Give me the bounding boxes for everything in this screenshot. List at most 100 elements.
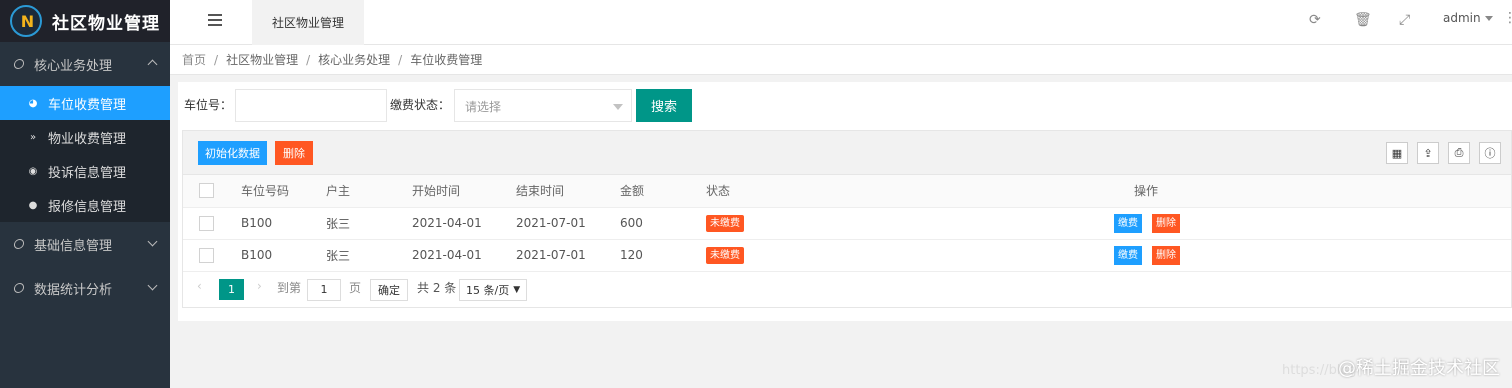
status-badge: 未缴费 xyxy=(706,246,744,264)
column-header: 操作 xyxy=(1006,175,1511,208)
status-label: 缴费状态： xyxy=(390,98,451,112)
table-card: 初始化数据 删除 ▦ ⇪ ⎙ ⓘ 车位号码 户主 开始时间 结束时间 金额 状态… xyxy=(182,130,1512,308)
cell-actions: 缴费 删除 xyxy=(1006,207,1511,240)
row-select-cell xyxy=(183,207,241,240)
logo-area[interactable]: N 社区物业管理 xyxy=(0,0,170,42)
sidebar-item-parking-fee[interactable]: ◕ 车位收费管理 xyxy=(0,86,170,120)
username: admin xyxy=(1443,11,1481,25)
cell-owner: 张三 xyxy=(326,207,412,240)
select-all-cell xyxy=(183,175,241,208)
print-icon[interactable]: ⎙ xyxy=(1448,142,1470,164)
breadcrumb-item[interactable]: 社区物业管理 xyxy=(226,51,298,68)
more-icon[interactable]: ⋮ xyxy=(1503,10,1512,26)
table-row: B100 张三 2021-04-01 2021-07-01 600 未缴费 缴费… xyxy=(183,207,1511,240)
column-header[interactable]: 开始时间 xyxy=(412,175,516,208)
cell-start: 2021-04-01 xyxy=(412,207,516,240)
nav-group-core[interactable]: 核心业务处理 xyxy=(0,42,170,86)
target-icon: ◉ xyxy=(28,165,38,177)
cell-owner: 张三 xyxy=(326,239,412,272)
column-header[interactable]: 户主 xyxy=(326,175,412,208)
sidebar-item-repairs[interactable]: ● 报修信息管理 xyxy=(0,188,170,222)
caret-down-icon xyxy=(1484,16,1493,21)
top-header: 社区物业管理 ⟳ 🗑 ⤢ admin ⋮ xyxy=(170,0,1512,45)
breadcrumb-current: 车位收费管理 xyxy=(410,53,483,67)
info-icon[interactable]: ⓘ xyxy=(1479,142,1501,164)
goto-label: 到第 xyxy=(277,280,302,295)
goto-confirm-button[interactable]: 确定 xyxy=(370,278,408,301)
total-count: 共 2 条 xyxy=(417,280,457,295)
next-page-icon[interactable]: › xyxy=(257,279,262,293)
sidebar-item-label: 投诉信息管理 xyxy=(48,165,127,181)
chevron-double-down-icon: » xyxy=(29,131,37,143)
row-delete-button[interactable]: 删除 xyxy=(1152,245,1180,265)
delete-button[interactable]: 删除 xyxy=(275,141,313,165)
logo-icon: N xyxy=(10,5,42,37)
sidebar: N 社区物业管理 核心业务处理 ◕ 车位收费管理 » 物业收费管理 ◉ 投诉信息… xyxy=(0,0,170,388)
subnav-core: ◕ 车位收费管理 » 物业收费管理 ◉ 投诉信息管理 ● 报修信息管理 xyxy=(0,86,170,222)
cell-status: 未缴费 xyxy=(706,207,1006,240)
breadcrumb-item[interactable]: 核心业务处理 xyxy=(318,51,390,68)
sidebar-item-label: 物业收费管理 xyxy=(48,131,127,147)
nav-group-label: 基础信息管理 xyxy=(34,238,113,254)
breadcrumb-separator: / xyxy=(306,52,311,67)
leaf-icon xyxy=(13,59,25,69)
cell-plate: B100 xyxy=(241,239,326,272)
gauge-icon: ◕ xyxy=(28,97,38,109)
column-header[interactable]: 状态 xyxy=(706,175,1006,208)
leaf-icon xyxy=(13,239,25,249)
select-all-checkbox[interactable] xyxy=(199,183,214,199)
row-checkbox[interactable] xyxy=(199,247,214,263)
sidebar-item-property-fee[interactable]: » 物业收费管理 xyxy=(0,120,170,154)
page-current[interactable]: 1 xyxy=(219,278,244,300)
sidebar-item-complaints[interactable]: ◉ 投诉信息管理 xyxy=(0,154,170,188)
nav-group-statistics[interactable]: 数据统计分析 xyxy=(0,266,170,310)
cell-plate: B100 xyxy=(241,207,326,240)
goto-page-input[interactable]: 1 xyxy=(307,278,341,301)
trash-icon[interactable]: 🗑 xyxy=(1354,12,1372,28)
cell-amount: 120 xyxy=(620,239,706,272)
nav-group-label: 核心业务处理 xyxy=(34,58,113,74)
nav-group-basic-info[interactable]: 基础信息管理 xyxy=(0,222,170,266)
export-icon[interactable]: ⇪ xyxy=(1417,142,1439,164)
status-placeholder: 请选择 xyxy=(465,100,502,114)
fullscreen-icon[interactable]: ⤢ xyxy=(1399,12,1410,28)
pay-button[interactable]: 缴费 xyxy=(1114,245,1142,265)
column-header[interactable]: 车位号码 xyxy=(241,175,326,208)
table-row: B100 张三 2021-04-01 2021-07-01 120 未缴费 缴费… xyxy=(183,239,1511,272)
caret-down-icon xyxy=(613,104,623,110)
tab-community[interactable]: 社区物业管理 xyxy=(252,0,364,45)
plate-label: 车位号： xyxy=(184,98,233,112)
row-checkbox[interactable] xyxy=(199,215,214,231)
refresh-icon[interactable]: ⟳ xyxy=(1309,12,1321,28)
breadcrumb-home[interactable]: 首页 xyxy=(182,51,206,68)
menu-toggle-icon[interactable] xyxy=(208,14,222,26)
user-menu[interactable]: admin xyxy=(1443,11,1493,25)
row-delete-button[interactable]: 删除 xyxy=(1152,213,1180,233)
status-select[interactable]: 请选择 xyxy=(454,89,632,122)
page-size-select[interactable]: 15 条/页 ▼ xyxy=(459,278,527,301)
cell-amount: 600 xyxy=(620,207,706,240)
page-size-value: 15 条/页 xyxy=(466,283,510,297)
column-header[interactable]: 金额 xyxy=(620,175,706,208)
chevron-down-icon: ▼ xyxy=(513,284,521,295)
cell-end: 2021-07-01 xyxy=(516,239,620,272)
pay-button[interactable]: 缴费 xyxy=(1114,213,1142,233)
sidebar-item-label: 车位收费管理 xyxy=(48,97,127,113)
app-title: 社区物业管理 xyxy=(52,13,160,34)
plate-input[interactable] xyxy=(235,89,387,122)
chevron-down-icon xyxy=(147,280,158,291)
search-form: 车位号： 缴费状态： 请选择 搜索 xyxy=(178,82,1512,128)
table-toolbar: 初始化数据 删除 ▦ ⇪ ⎙ ⓘ xyxy=(183,131,1511,175)
data-table: 车位号码 户主 开始时间 结束时间 金额 状态 操作 B100 张三 2021-… xyxy=(183,175,1511,272)
prev-page-icon[interactable]: ‹ xyxy=(197,279,202,293)
column-header[interactable]: 结束时间 xyxy=(516,175,620,208)
pagination: ‹ 1 › 到第 1 页 确定 共 2 条 15 条/页 ▼ xyxy=(183,272,1511,304)
breadcrumb: 首页 / 社区物业管理 / 核心业务处理 / 车位收费管理 xyxy=(170,45,1512,75)
search-button[interactable]: 搜索 xyxy=(636,89,692,122)
chevron-down-icon xyxy=(147,236,158,247)
main-panel: 车位号： 缴费状态： 请选择 搜索 初始化数据 删除 ▦ ⇪ ⎙ ⓘ 车位号码 … xyxy=(178,82,1512,321)
init-data-button[interactable]: 初始化数据 xyxy=(198,141,267,165)
columns-icon[interactable]: ▦ xyxy=(1386,142,1408,164)
page-unit-label: 页 xyxy=(349,280,362,295)
chevron-up-icon xyxy=(147,59,158,70)
